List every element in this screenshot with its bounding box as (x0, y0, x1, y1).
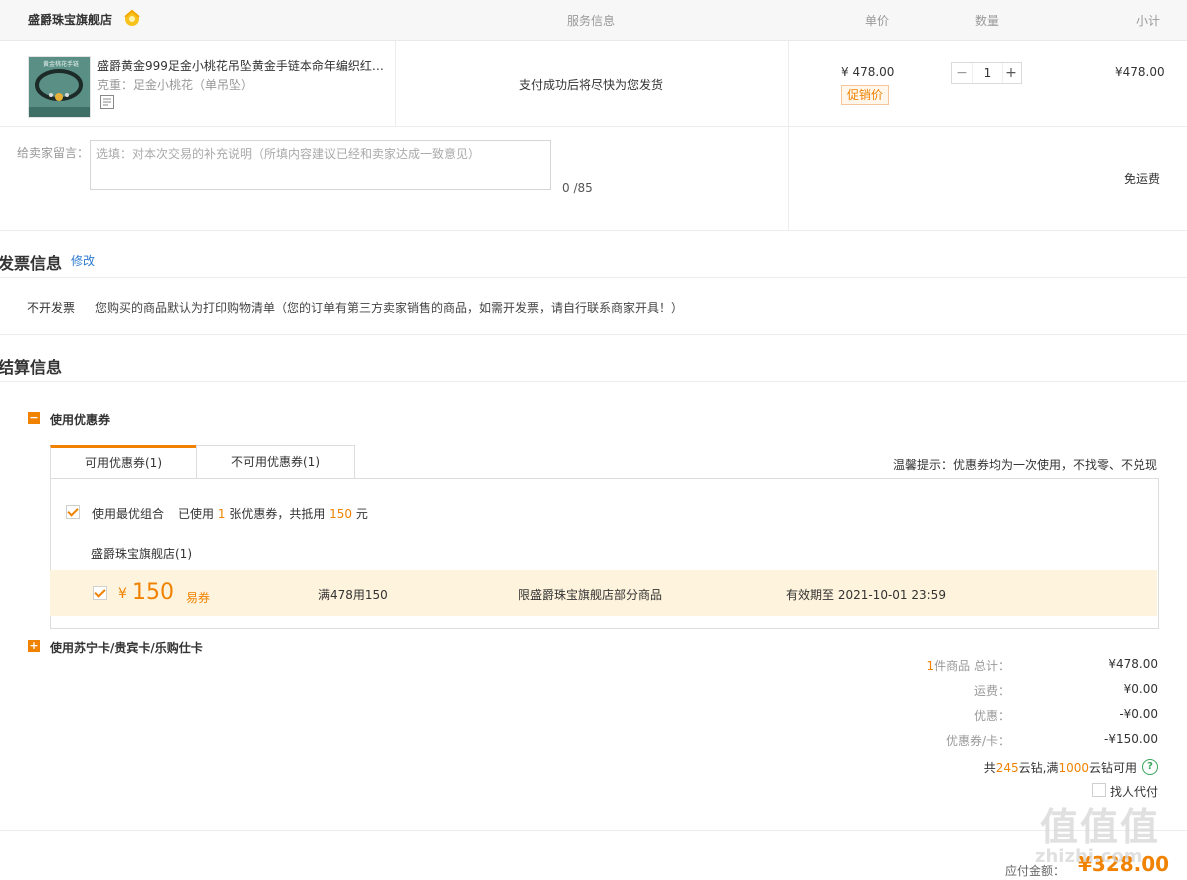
usage-suffix: 元 (355, 507, 368, 521)
invoice-section-title: 发票信息 (0, 254, 63, 273)
coupon-section-label[interactable]: 使用优惠券 (50, 411, 110, 428)
item-count-suffix: 件商品 总计： (934, 659, 1010, 673)
usage-prefix: 已使用 (178, 507, 215, 521)
coupon-card-label: 优惠券/卡： (945, 734, 1010, 748)
divider (0, 126, 1187, 127)
coupon-card-value: -¥150.00 (1104, 732, 1158, 746)
shop-badge-icon (124, 9, 140, 26)
total-value: ¥478.00 (1108, 657, 1158, 671)
yz-mid: 云钻,满 (1018, 761, 1059, 775)
divider (0, 830, 1187, 831)
col-price-header: 单价 (865, 14, 890, 28)
collapse-coupon-icon[interactable]: − (28, 412, 40, 424)
subtotal: ¥478.00 (1115, 65, 1165, 79)
coupon-condition: 满478用150 (318, 588, 388, 602)
yunzuan-info: 共245云钻,满1000云钻可用 (984, 759, 1137, 776)
coupon-select-checkbox[interactable] (93, 586, 107, 600)
product-weight: 克重：足金小桃花（单吊坠） (97, 78, 254, 92)
coupon-usage-summary: 已使用 1 张优惠券，共抵用 150 元 (178, 505, 368, 522)
coupon-store-name: 盛爵珠宝旗舰店(1) (91, 547, 192, 561)
shipping-status: 免运费 (1124, 172, 1161, 186)
watermark-mark: 值值值 (1040, 805, 1161, 849)
tab-available-coupons[interactable]: 可用优惠券(1) (50, 445, 197, 480)
plus-icon[interactable]: + (1001, 63, 1021, 83)
coupon-expiry: 有效期至 2021-10-01 23:59 (786, 588, 946, 602)
settlement-section-title: 结算信息 (0, 358, 63, 377)
usage-amount: 150 (329, 507, 353, 521)
shipping-label: 运费： (973, 684, 1010, 698)
coupon-item-row[interactable]: ¥ 150 易券 满478用150 限盛爵珠宝旗舰店部分商品 有效期至 2021… (50, 570, 1157, 616)
yz-min: 1000 (1058, 761, 1089, 775)
product-title[interactable]: 盛爵黄金999足金小桃花吊坠黄金手链本命年编织红… (97, 57, 387, 74)
product-thumbnail[interactable]: 黄金桃花手链 (28, 56, 91, 118)
coupon-type: 易券 (186, 591, 211, 605)
quantity-value[interactable]: 1 (972, 63, 1003, 83)
best-combo-label: 使用最优组合 (92, 507, 165, 521)
quantity-stepper[interactable]: − 1 + (951, 62, 1022, 84)
service-info: 支付成功后将尽快为您发货 (519, 78, 664, 92)
tab-available-label: 可用优惠券(1) (85, 456, 162, 470)
shop-name[interactable]: 盛爵珠宝旗舰店 (28, 11, 112, 28)
unit-price: ¥ 478.00 (841, 65, 895, 79)
divider (0, 334, 1187, 335)
col-service-header: 服务信息 (567, 14, 616, 28)
col-subtotal-header: 小计 (1136, 14, 1161, 28)
divider (788, 41, 789, 230)
col-qty-header: 数量 (975, 14, 1000, 28)
card-section-label[interactable]: 使用苏宁卡/贵宾卡/乐购仕卡 (50, 639, 203, 656)
help-icon[interactable]: ? (1142, 759, 1158, 775)
best-combo-checkbox[interactable] (66, 505, 80, 519)
tab-unavailable-label: 不可用优惠券(1) (231, 455, 320, 469)
divider (0, 230, 1187, 231)
divider (0, 277, 1187, 278)
watermark-domain: zhizhi.com (1035, 846, 1143, 867)
shipping-value: ¥0.00 (1123, 682, 1158, 696)
usage-mid: 张优惠券，共抵用 (229, 507, 326, 521)
coupon-scope: 限盛爵珠宝旗舰店部分商品 (518, 588, 663, 602)
yz-suffix: 云钻可用 (1088, 761, 1137, 775)
discount-value: -¥0.00 (1119, 707, 1158, 721)
yz-prefix: 共 (983, 761, 996, 775)
expand-card-icon[interactable]: + (28, 640, 40, 652)
usage-count: 1 (217, 507, 226, 521)
service-guarantee-icon (100, 95, 114, 109)
message-counter: 0 /85 (562, 181, 593, 195)
discount-label: 优惠： (973, 709, 1010, 723)
thumbnail-caption: 黄金桃花手链 (43, 61, 80, 68)
order-header: 盛爵珠宝旗舰店 服务信息 单价 数量 小计 (0, 0, 1187, 41)
seller-message-input[interactable]: 选填：对本次交易的补充说明（所填内容建议已经和卖家达成一致意见） (90, 140, 551, 190)
item-count-label: 1件商品 总计： (927, 657, 1010, 674)
invoice-edit-link[interactable]: 修改 (71, 252, 95, 269)
coupon-amount: 150 (132, 580, 174, 605)
divider (0, 381, 1187, 382)
minus-icon[interactable]: − (952, 63, 972, 83)
message-label: 给卖家留言： (17, 146, 90, 160)
tab-unavailable-coupons[interactable]: 不可用优惠券(1) (196, 445, 355, 479)
yz-count: 245 (995, 761, 1019, 775)
invoice-type: 不开发票 (27, 301, 76, 315)
coupon-tip: 温馨提示：优惠券均为一次使用，不找零、不兑现 (893, 458, 1158, 472)
pay-for-me-checkbox[interactable] (1092, 783, 1106, 797)
promo-price-tag: 促销价 (841, 85, 889, 105)
coupon-currency-symbol: ¥ (118, 586, 127, 602)
divider (395, 41, 396, 126)
invoice-note: 您购买的商品默认为打印购物清单（您的订单有第三方卖家销售的商品，如需开发票，请自… (95, 301, 684, 315)
